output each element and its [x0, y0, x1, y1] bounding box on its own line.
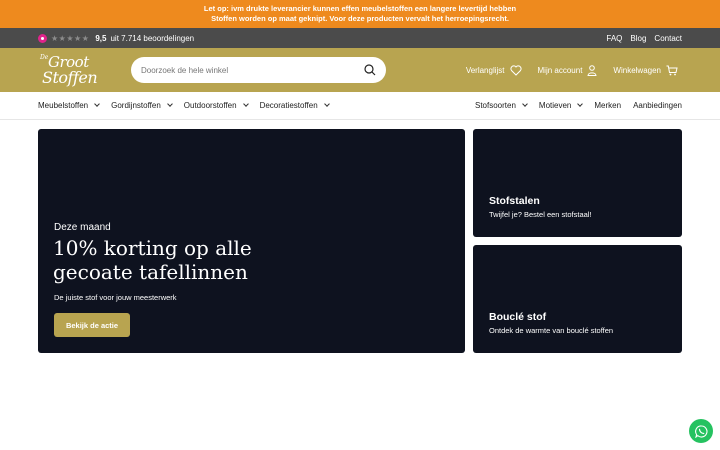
hero-subtitle: De juiste stof voor jouw meesterwerk	[54, 293, 177, 302]
whatsapp-chat-button[interactable]	[689, 419, 713, 443]
rating-stars-icon: ★★★★★	[51, 33, 90, 43]
nav-label: Aanbiedingen	[633, 101, 682, 110]
chevron-down-icon	[242, 101, 249, 107]
rating-score: 9,5	[95, 33, 107, 43]
nav-motieven[interactable]: Motieven	[538, 101, 584, 110]
chevron-down-icon	[94, 101, 100, 107]
site-header: De Groot Stoffen Verlanglijst Mijn accou…	[0, 48, 720, 92]
nav-label: Decoratiestoffen	[259, 101, 318, 110]
hero-banner[interactable]: Deze maand 10% korting op alle gecoate t…	[38, 129, 465, 353]
nav-meubelstoffen[interactable]: Meubelstoffen	[38, 101, 100, 110]
logo-line-2: Stoffen	[42, 68, 98, 87]
announcement-bar: Let op: ivm drukte leverancier kunnen ef…	[0, 0, 720, 28]
announcement-line-1: Let op: ivm drukte leverancier kunnen ef…	[203, 3, 517, 13]
faq-link[interactable]: FAQ	[606, 34, 622, 43]
hero-title: 10% korting op alle gecoate tafellinnen	[53, 236, 252, 284]
nav-filters: Stofsoorten Motieven Merken Aanbiedingen	[475, 101, 682, 110]
nav-label: Motieven	[538, 101, 572, 110]
promo-card-boucle[interactable]: Bouclé stof Ontdek de warmte van bouclé …	[473, 245, 682, 353]
rating-count: uit 7.714 beoordelingen	[110, 33, 195, 43]
nav-label: Stofsoorten	[474, 101, 516, 110]
nav-stofsoorten[interactable]: Stofsoorten	[474, 101, 528, 110]
user-icon	[587, 64, 597, 76]
nav-outdoorstoffen[interactable]: Outdoorstoffen	[183, 101, 249, 110]
chevron-down-icon	[323, 101, 330, 107]
blog-link[interactable]: Blog	[630, 34, 646, 43]
account-label: Mijn account	[537, 65, 583, 75]
nav-aanbiedingen[interactable]: Aanbiedingen	[633, 101, 682, 110]
header-actions: Verlanglijst Mijn account Winkelwagen	[466, 48, 678, 92]
search-icon[interactable]	[364, 64, 376, 76]
account-button[interactable]: Mijn account	[537, 64, 598, 76]
chevron-down-icon	[166, 101, 173, 107]
search-bar	[131, 57, 386, 83]
nav-decoratiestoffen[interactable]: Decoratiestoffen	[259, 101, 330, 110]
top-links: FAQ Blog Contact	[606, 34, 682, 43]
kiyoh-logo-icon	[38, 33, 47, 43]
chevron-down-icon	[522, 101, 528, 107]
view-deal-button[interactable]: Bekijk de actie	[54, 313, 130, 337]
wishlist-label: Verlanglijst	[465, 65, 505, 75]
promo-card-subtitle: Ontdek de warmte van bouclé stoffen	[489, 326, 614, 335]
chevron-down-icon	[577, 101, 584, 107]
nav-label: Meubelstoffen	[38, 101, 89, 110]
nav-merken[interactable]: Merken	[594, 101, 621, 110]
hero-kicker: Deze maand	[54, 222, 111, 233]
main-navigation: Meubelstoffen Gordijnstoffen Outdoorstof…	[0, 92, 720, 120]
promo-card-title: Bouclé stof	[489, 311, 547, 323]
announcement-line-2: Stoffen worden op maat geknipt. Voor dez…	[211, 14, 509, 23]
promo-card-subtitle: Twijfel je? Bestel een stofstaal!	[489, 210, 592, 219]
cart-button[interactable]: Winkelwagen	[613, 65, 678, 76]
nav-label: Merken	[594, 101, 622, 110]
cart-icon	[666, 65, 678, 76]
top-bar: ★★★★★ 9,5 uit 7.714 beoordelingen FAQ Bl…	[0, 28, 720, 48]
nav-label: Outdoorstoffen	[183, 101, 237, 110]
whatsapp-icon	[694, 424, 708, 438]
contact-link[interactable]: Contact	[654, 34, 682, 43]
promo-card-stofstalen[interactable]: Stofstalen Twijfel je? Bestel een stofst…	[473, 129, 682, 237]
wishlist-button[interactable]: Verlanglijst	[465, 64, 522, 76]
heart-icon	[509, 64, 522, 76]
search-input[interactable]	[141, 65, 364, 75]
nav-categories: Meubelstoffen Gordijnstoffen Outdoorstof…	[38, 101, 330, 110]
cart-label: Winkelwagen	[613, 65, 661, 75]
promo-card-title: Stofstalen	[489, 195, 540, 207]
site-logo[interactable]: De Groot Stoffen	[38, 52, 104, 88]
nav-gordijnstoffen[interactable]: Gordijnstoffen	[111, 101, 173, 110]
review-rating[interactable]: ★★★★★ 9,5 uit 7.714 beoordelingen	[38, 33, 195, 43]
nav-label: Gordijnstoffen	[111, 101, 161, 110]
